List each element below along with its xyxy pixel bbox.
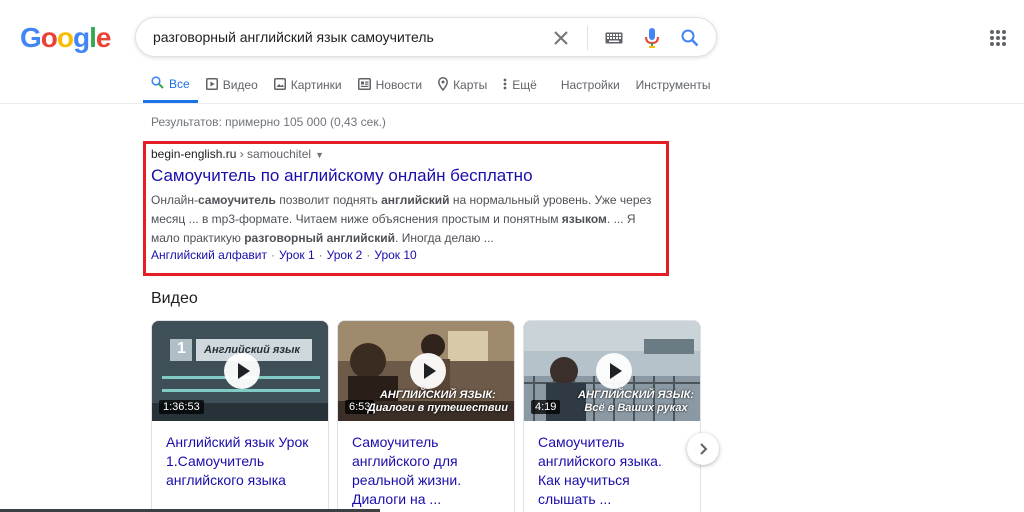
tab-images[interactable]: Картинки [266, 70, 350, 100]
tab-more[interactable]: Ещё [495, 70, 545, 100]
apps-grid-icon[interactable] [989, 29, 1007, 47]
search-icon [151, 75, 164, 92]
snippet-keyword: разговорный английский [244, 231, 396, 245]
snippet-text: позволит поднять [275, 193, 382, 207]
tab-label: Видео [222, 78, 258, 92]
tab-label: Инструменты [635, 78, 711, 92]
tab-label: Картинки [290, 78, 342, 92]
carousel-next-button[interactable] [687, 433, 719, 465]
video-title-link[interactable]: Самоучитель английского для реальной жиз… [338, 421, 514, 512]
tab-label: Настройки [560, 78, 620, 92]
snippet-text: . Иногда делаю ... [395, 231, 494, 245]
header-divider [0, 103, 1024, 104]
search-box[interactable]: разговорный английский язык самоучитель [135, 17, 717, 57]
tab-label: Карты [453, 78, 488, 92]
search-input[interactable]: разговорный английский язык самоучитель [153, 29, 434, 45]
video-duration: 1:36:53 [159, 400, 204, 414]
video-duration: 4:19 [531, 400, 561, 414]
video-card[interactable]: 6:53 АНГЛИЙСКИЙ ЯЗЫК: Диалоги в путешест… [337, 320, 515, 512]
thumb-text: Английский язык [204, 344, 300, 356]
video-card[interactable]: 4:19 АНГЛИЙСКИЙ ЯЗЫК: Всё в Ваших руках … [523, 320, 701, 512]
result-snippet: Онлайн-самоучитель позволит поднять англ… [151, 191, 661, 248]
video-section-heading: Видео [151, 290, 198, 307]
play-button-icon[interactable] [410, 353, 446, 389]
video-thumbnail[interactable]: 6:53 АНГЛИЙСКИЙ ЯЗЫК: Диалоги в путешест… [338, 321, 514, 421]
sitelink-separator: · [318, 248, 323, 262]
play-button-icon[interactable] [224, 353, 260, 389]
video-thumbnail[interactable]: 1 Английский язык 1:36:53 [152, 321, 328, 421]
sitelink[interactable]: Урок 10 [374, 248, 416, 262]
tab-video[interactable]: Видео [198, 70, 266, 100]
logo-letter: G [20, 22, 42, 53]
news-icon [357, 77, 371, 93]
sitelink-separator: · [270, 248, 275, 262]
tab-maps[interactable]: Карты [430, 70, 495, 100]
image-icon [273, 77, 286, 93]
result-path: › samouchitel [236, 147, 312, 161]
tab-label: Ещё [512, 78, 537, 92]
search-divider [587, 26, 588, 50]
logo-letter: e [95, 22, 112, 53]
tab-label: Все [169, 76, 190, 91]
tab-label: Новости [375, 78, 423, 92]
search-tabs: Все Видео Картинки Новости Карты Ещё Нас… [143, 70, 719, 103]
result-sitelinks: Английский алфавит · Урок 1 · Урок 2 · Урок 10 [151, 248, 417, 262]
result-title-link[interactable]: Самоучитель по английскому онлайн беспла… [151, 166, 533, 186]
sitelink[interactable]: Урок 1 [279, 248, 315, 262]
play-button-icon[interactable] [596, 353, 632, 389]
logo-letter: o [40, 22, 58, 53]
results-stats: Результатов: примерно 105 000 (0,43 сек.… [151, 115, 386, 129]
microphone-icon[interactable] [640, 26, 664, 50]
keyboard-icon[interactable] [602, 26, 626, 50]
logo-letter: g [73, 22, 90, 53]
snippet-keyword: языком [561, 212, 607, 226]
logo-letter: o [56, 22, 74, 53]
tab-all[interactable]: Все [143, 70, 198, 103]
video-title-link[interactable]: Самоучитель английского языка. Как научи… [524, 421, 700, 512]
search-icon[interactable] [678, 26, 702, 50]
tabs-spacer [545, 70, 553, 103]
video-card[interactable]: 1 Английский язык 1:36:53 Английский язы… [151, 320, 329, 512]
search-icons [549, 26, 702, 50]
logo-letter: l [89, 22, 97, 53]
chevron-right-icon [700, 443, 708, 455]
sitelink-separator: · [366, 248, 371, 262]
snippet-text: Онлайн- [151, 193, 198, 207]
tab-news[interactable]: Новости [350, 70, 430, 100]
video-overlay-text: АНГЛИЙСКИЙ ЯЗЫК: Диалоги в путешествии [367, 389, 508, 414]
more-vert-icon [503, 78, 507, 93]
dropdown-caret-icon[interactable]: ▼ [315, 150, 324, 160]
google-logo[interactable]: Google [20, 22, 112, 54]
video-thumbnail[interactable]: 4:19 АНГЛИЙСКИЙ ЯЗЫК: Всё в Ваших руках [524, 321, 700, 421]
snippet-keyword: самоучитель [197, 193, 276, 207]
tab-tools[interactable]: Инструменты [628, 70, 719, 100]
sitelink[interactable]: Урок 2 [327, 248, 363, 262]
video-icon [205, 77, 218, 93]
map-pin-icon [438, 76, 449, 94]
video-overlay-text: АНГЛИЙСКИЙ ЯЗЫК: Всё в Ваших руках [578, 389, 694, 414]
snippet-keyword: английский [381, 193, 450, 207]
thumb-number: 1 [177, 340, 186, 357]
tab-settings[interactable]: Настройки [553, 70, 628, 100]
clear-icon[interactable] [549, 26, 573, 50]
result-url[interactable]: begin-english.ru › samouchitel ▼ [151, 147, 324, 161]
video-title-link[interactable]: Английский язык Урок 1.Самоучитель англи… [152, 421, 328, 502]
result-domain: begin-english.ru [151, 147, 237, 161]
sitelink[interactable]: Английский алфавит [151, 248, 267, 262]
